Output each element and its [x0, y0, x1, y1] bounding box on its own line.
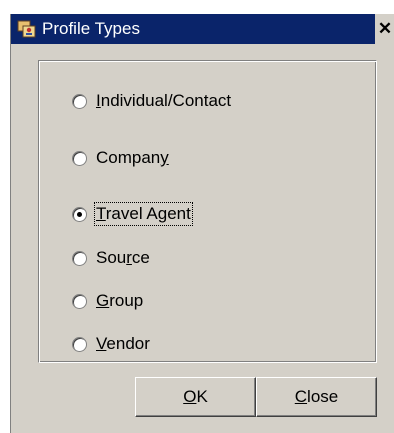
close-button-label: Close	[294, 387, 339, 406]
radio-button[interactable]	[72, 93, 87, 109]
radio-label: Travel Agent	[94, 202, 193, 226]
radio-company[interactable]: Company	[72, 145, 169, 171]
radio-button-selected[interactable]	[72, 206, 87, 222]
radio-label: Individual/Contact	[96, 91, 232, 110]
radio-individual-contact[interactable]: Individual/Contact	[72, 88, 231, 114]
radio-button[interactable]	[72, 293, 87, 309]
radio-source[interactable]: Source	[72, 245, 150, 271]
close-window-icon[interactable]: ✕	[375, 14, 394, 44]
profile-app-icon	[17, 20, 36, 38]
window-title: Profile Types	[42, 19, 140, 38]
ok-button-label: OK	[183, 387, 208, 406]
profile-types-dialog: Profile Types ✕ Individual/Contact Compa…	[10, 14, 394, 433]
ok-button[interactable]: OK	[135, 377, 256, 417]
profile-type-group: Individual/Contact Company Travel Agent …	[38, 60, 377, 363]
radio-button[interactable]	[72, 150, 87, 166]
radio-button[interactable]	[72, 250, 87, 266]
title-bar[interactable]: Profile Types ✕	[11, 14, 394, 44]
radio-label: Vendor	[96, 334, 150, 353]
radio-travel-agent[interactable]: Travel Agent	[72, 201, 193, 227]
close-button[interactable]: Close	[256, 377, 377, 417]
radio-label: Group	[96, 291, 144, 310]
radio-group[interactable]: Group	[72, 288, 143, 314]
radio-dot	[77, 211, 82, 217]
radio-button[interactable]	[72, 336, 87, 352]
radio-label: Source	[96, 248, 150, 267]
radio-label: Company	[96, 148, 169, 167]
radio-vendor[interactable]: Vendor	[72, 331, 150, 357]
